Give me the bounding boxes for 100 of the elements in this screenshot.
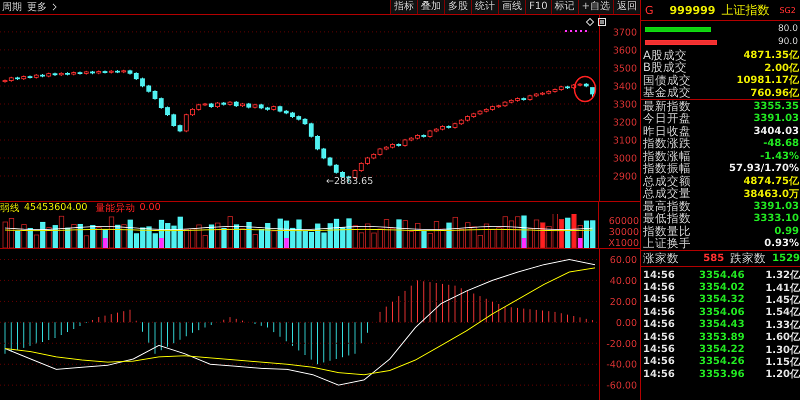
- toolbar-button[interactable]: 标记: [550, 0, 578, 14]
- toolbar-button[interactable]: 指标: [390, 0, 418, 14]
- axis-label: 3000: [612, 153, 637, 164]
- toolbar-button[interactable]: +自选: [578, 0, 613, 14]
- indicator-name: 量能异动: [95, 202, 136, 214]
- tick-amount: 1.54亿: [765, 306, 800, 320]
- dotted-marker-line: [565, 30, 590, 32]
- axis-label: 3700: [612, 27, 637, 38]
- stat-label: 最高指数: [643, 198, 691, 213]
- stat-value: 3333.10: [753, 213, 800, 224]
- stat-label: 指数涨幅: [643, 148, 691, 163]
- tick-time: 14:56: [643, 332, 676, 343]
- stat-label: 总成交额: [643, 174, 691, 188]
- axis-label: 60.00: [610, 254, 637, 266]
- window-icon[interactable]: [598, 18, 606, 26]
- tick-price: 3354.46: [699, 270, 746, 281]
- axis-label: 3100: [612, 135, 637, 146]
- diamond-icon[interactable]: [586, 18, 594, 26]
- stat-value: 3391.03: [753, 200, 800, 212]
- toolbar-button[interactable]: 多股: [444, 0, 472, 14]
- tick-amount: 1.20亿: [765, 368, 800, 382]
- toolbar-button[interactable]: 返回: [613, 0, 640, 14]
- tick-time: 14:56: [643, 294, 676, 306]
- market-prefix: G: [645, 4, 654, 16]
- tick-time: 14:56: [643, 319, 676, 330]
- stat-label: A股成交: [643, 48, 687, 62]
- decliners-count: 1529: [772, 253, 800, 264]
- more-menu[interactable]: 更多: [27, 0, 47, 14]
- tick-time: 14:56: [643, 344, 676, 356]
- tick-amount: 1.41亿: [765, 282, 800, 294]
- axis-label: 3200: [612, 117, 637, 128]
- stat-value: 57.93/1.70%: [729, 163, 800, 174]
- toolbar-button[interactable]: 画线: [498, 0, 526, 14]
- toolbar-button[interactable]: F10: [525, 0, 551, 14]
- highlight-circle: [573, 75, 597, 103]
- tick-time: 14:56: [643, 356, 676, 368]
- stat-value: 0.99: [774, 226, 800, 237]
- tick-amount: 1.15亿: [765, 356, 800, 368]
- index-tag: SG2: [779, 6, 796, 14]
- toolbar-button[interactable]: 叠加: [417, 0, 444, 14]
- low-price-label: ←2863.65: [326, 176, 374, 187]
- candlestick: [590, 87, 595, 98]
- decliners-label: 跌家数: [730, 251, 766, 266]
- stat-value: -48.68: [763, 138, 800, 150]
- bar-reading: 90.0: [778, 37, 799, 47]
- axis-label: 3600: [612, 45, 637, 56]
- stat-value: 3355.35: [753, 100, 800, 112]
- stat-label: 指数振幅: [643, 161, 691, 176]
- stat-label: 总成交量: [643, 186, 691, 200]
- tick-time: 14:56: [643, 368, 676, 380]
- stat-value: 3391.03: [753, 113, 800, 124]
- stat-label: 今日开盘: [643, 111, 691, 126]
- index-code: 999999: [670, 4, 716, 16]
- indicator-value: 0.00: [139, 202, 161, 214]
- tick-time: 14:56: [643, 282, 676, 294]
- stat-value: -1.43%: [760, 150, 800, 162]
- advancers-count: 585: [703, 253, 724, 264]
- axis-label: 20.00: [610, 296, 637, 308]
- stat-label: 昨日收盘: [643, 124, 691, 138]
- stat-value: 4874.75亿: [743, 174, 800, 188]
- tick-time: 14:56: [643, 306, 676, 318]
- stat-value: 10981.17亿: [736, 74, 800, 88]
- stat-label: 最新指数: [643, 98, 691, 113]
- tick-price: 3354.02: [699, 282, 746, 294]
- tick-time: 14:56: [643, 270, 676, 281]
- toolbar-button[interactable]: 统计: [471, 0, 498, 14]
- bar-reading: 80.0: [778, 24, 799, 34]
- tick-price: 3354.43: [699, 319, 746, 330]
- indicator-value: 45453604.00: [24, 202, 88, 214]
- axis-label: 30000: [608, 227, 639, 238]
- tick-price: 3354.26: [699, 356, 746, 368]
- axis-label: 0.00: [616, 318, 637, 329]
- tick-amount: 1.32亿: [765, 268, 800, 282]
- axis-label: 3400: [612, 81, 637, 92]
- stat-value: 760.96亿: [750, 86, 800, 100]
- axis-label: -20.00: [606, 338, 637, 350]
- tick-amount: 1.60亿: [765, 330, 800, 344]
- chevron-icon: [52, 3, 57, 11]
- axis-label: -40.00: [606, 360, 637, 371]
- tick-amount: 1.33亿: [765, 318, 800, 332]
- axis-label: 40.00: [610, 276, 637, 287]
- stat-label: B股成交: [643, 60, 687, 74]
- axis-label: -60.00: [606, 380, 637, 392]
- stat-value: 3404.03: [753, 126, 800, 137]
- tick-amount: 1.30亿: [765, 344, 800, 356]
- tick-price: 3353.89: [699, 332, 746, 343]
- axis-label: 3300: [612, 99, 637, 110]
- tick-price: 3354.32: [699, 294, 746, 306]
- stat-value: 0.93%: [764, 238, 800, 250]
- period-tab[interactable]: 周期: [2, 0, 22, 14]
- stat-value: 2.00亿: [764, 62, 800, 74]
- stat-label: 基金成交: [643, 85, 691, 100]
- stat-label: 指数涨跌: [643, 136, 691, 150]
- axis-label: X1000: [607, 238, 639, 249]
- index-name: 上证指数: [721, 2, 770, 18]
- tick-price: 3354.06: [699, 306, 746, 318]
- tick-amount: 1.45亿: [765, 294, 800, 306]
- axis-label: 2900: [612, 171, 637, 182]
- stat-label: 上证换手: [643, 236, 691, 252]
- axis-label: 3500: [612, 63, 637, 74]
